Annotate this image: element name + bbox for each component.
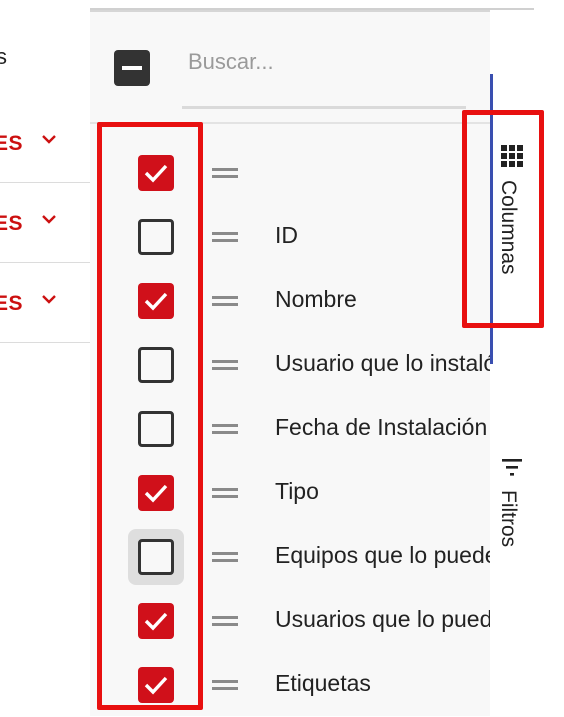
drag-handle-icon[interactable]: [212, 294, 238, 308]
column-label: Equipos que lo pueden usar: [275, 542, 490, 568]
tab-filtros[interactable]: Filtros: [494, 456, 534, 576]
drag-handle-icon[interactable]: [212, 486, 238, 500]
columns-tab-highlight: [462, 110, 544, 328]
drag-handle-icon[interactable]: [212, 678, 238, 692]
grid-cell-value: ES: [0, 132, 24, 155]
chevron-down-icon[interactable]: [40, 210, 58, 228]
column-search-input[interactable]: [186, 44, 460, 80]
select-all-checkbox[interactable]: [114, 50, 150, 86]
drag-handle-icon[interactable]: [212, 614, 238, 628]
drag-handle-icon[interactable]: [212, 550, 238, 564]
grid-row[interactable]: ES: [0, 182, 90, 263]
chevron-down-icon[interactable]: [40, 290, 58, 308]
column-search-box[interactable]: [182, 40, 466, 109]
checkbox-column-highlight: [97, 122, 203, 710]
column-label: Tipo: [275, 478, 319, 504]
grid-cell-value: ES: [0, 212, 24, 235]
column-label: Nombre: [275, 286, 357, 312]
filter-icon: [502, 459, 522, 476]
grid-header-fragment: s: [0, 44, 7, 69]
drag-handle-icon[interactable]: [212, 422, 238, 436]
grid-row[interactable]: ES: [0, 262, 90, 343]
data-grid-clipped: s ES ES ES: [0, 0, 90, 714]
tab-filtros-label: Filtros: [497, 490, 520, 548]
drag-handle-icon[interactable]: [212, 166, 238, 180]
grid-cell-value: ES: [0, 292, 24, 315]
drag-handle-icon[interactable]: [212, 230, 238, 244]
chevron-down-icon[interactable]: [40, 130, 58, 148]
column-label: Usuarios que lo pueden usar: [275, 606, 490, 632]
grid-row[interactable]: ES: [0, 102, 90, 183]
drag-handle-icon[interactable]: [212, 358, 238, 372]
column-label: Fecha de Instalación: [275, 414, 488, 440]
column-label: Usuario que lo instaló: [275, 350, 490, 376]
column-label: Etiquetas: [275, 670, 371, 696]
column-label: ID: [275, 222, 298, 248]
